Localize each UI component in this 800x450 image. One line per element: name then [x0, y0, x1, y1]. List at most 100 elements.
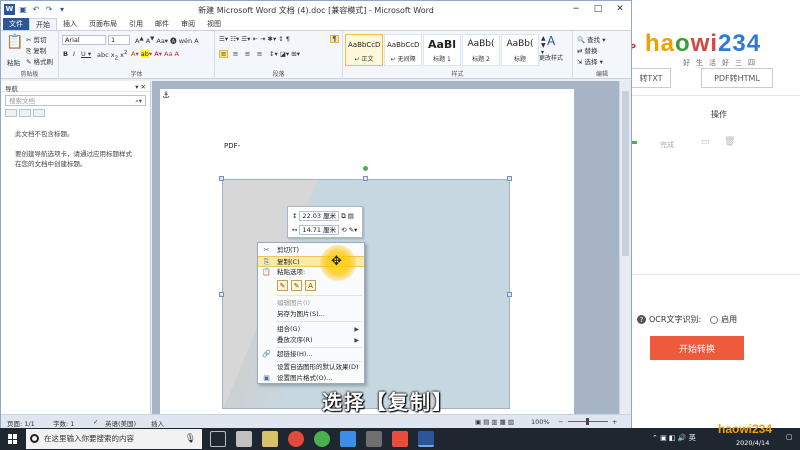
document-text[interactable]: PDF- — [224, 142, 240, 150]
help-icon[interactable]: ? — [637, 315, 646, 324]
menu-item-hyperlink[interactable]: 🔗 超链接(H)... — [258, 349, 364, 360]
tab-references[interactable]: 引用 — [123, 18, 149, 30]
tab-results-view[interactable] — [33, 109, 45, 117]
menu-item-format-picture[interactable]: ▣ 设置图片格式(O)... — [258, 373, 364, 384]
tab-mailings[interactable]: 邮件 — [149, 18, 175, 30]
convert-txt-button[interactable]: 转TXT — [631, 68, 671, 88]
taskbar-app-chrome-icon[interactable] — [314, 431, 330, 447]
style-title[interactable]: AaBb( 标题 — [501, 34, 539, 66]
search-icon[interactable]: ⌕▾ — [135, 96, 142, 106]
font-size-box[interactable]: 1 — [108, 35, 130, 45]
menu-item-group[interactable]: 组合(G) ▶ — [258, 324, 364, 335]
grow-font-icon[interactable]: A▲ A▼ Aa▾ 🅐 wén A — [135, 35, 199, 45]
tab-page-layout[interactable]: 页面布局 — [83, 18, 123, 30]
crop-icon[interactable]: ⧉ — [341, 212, 346, 221]
convert-html-button[interactable]: PDF转HTML — [701, 68, 773, 88]
menu-item-set-default-effect[interactable]: 设置自选图形的默认效果(D) — [258, 362, 364, 373]
zoom-out-icon[interactable]: − — [558, 418, 563, 426]
italic-icon[interactable]: I — [73, 50, 75, 58]
justify-icon[interactable]: ≡ — [255, 50, 264, 58]
resize-handle-left[interactable] — [219, 292, 224, 297]
paste-text-only-icon[interactable]: A — [305, 280, 316, 291]
rotate-icon[interactable]: ⟲ — [341, 226, 346, 234]
text-effects-icon[interactable]: A▾ ab▾ A▾ Aa A — [131, 50, 179, 58]
language-status[interactable]: 英语(美国) — [105, 418, 136, 428]
ocr-enable-radio[interactable] — [710, 315, 719, 324]
find-button[interactable]: 🔍 查找 ▾ — [577, 34, 606, 44]
taskbar-app-explorer-icon[interactable] — [236, 431, 252, 447]
page-count[interactable]: 页面: 1/1 — [7, 418, 35, 428]
taskbar-app-edge-icon[interactable] — [340, 431, 356, 447]
view-buttons-icon[interactable]: ▣ ▤ ▥ ▦ ▧ — [475, 418, 514, 426]
scrollbar-thumb[interactable] — [622, 91, 629, 256]
minimize-button[interactable]: − — [565, 1, 587, 18]
tab-insert[interactable]: 插入 — [57, 18, 83, 30]
resize-handle-tl[interactable] — [219, 176, 224, 181]
insert-mode[interactable]: 插入 — [151, 418, 164, 428]
style-heading-1[interactable]: AaBl 标题 1 — [423, 34, 461, 66]
paste-icon[interactable]: 📋 — [6, 34, 23, 50]
resize-handle-right[interactable] — [507, 292, 512, 297]
underline-icon[interactable]: U ▾ — [81, 50, 91, 58]
strikethrough-icon[interactable]: abc x2 x2 — [97, 50, 127, 61]
cut-button[interactable]: ✂ 剪切 — [26, 34, 47, 44]
document-area[interactable]: ⚓ PDF- — [152, 81, 619, 414]
save-icon[interactable]: ▣ — [18, 5, 28, 15]
close-button[interactable]: ✕ — [609, 1, 631, 18]
paste-button[interactable]: 粘贴 — [7, 57, 20, 67]
proofing-icon[interactable]: ✓ — [93, 418, 98, 426]
resize-handle-top[interactable] — [363, 176, 368, 181]
customize-chevron-icon[interactable]: ▾ — [57, 5, 67, 15]
taskbar-app-red-icon[interactable] — [392, 431, 408, 447]
picture-height-field[interactable]: 22.03 厘米 — [299, 211, 340, 221]
bold-icon[interactable]: B — [63, 50, 68, 58]
word-count[interactable]: 字数: 1 — [53, 418, 74, 428]
taskbar-app-folder-icon[interactable] — [262, 431, 278, 447]
change-styles-button[interactable]: 更改样式 — [539, 53, 563, 62]
change-styles-icon[interactable]: A — [547, 34, 555, 48]
start-convert-button[interactable]: 开始转换 — [650, 336, 744, 360]
paste-keep-source-icon[interactable]: ✎ — [277, 280, 288, 291]
align-left-icon[interactable]: ≡ — [219, 50, 228, 58]
paste-merge-format-icon[interactable]: ✎ — [291, 280, 302, 291]
taskbar-app-store-icon[interactable] — [366, 431, 382, 447]
vertical-scrollbar[interactable] — [619, 81, 631, 414]
show-marks-icon[interactable]: ¶ — [330, 35, 339, 43]
zoom-in-icon[interactable]: + — [612, 418, 617, 426]
menu-item-save-as-picture[interactable]: 另存为图片(S)... — [258, 309, 364, 320]
zoom-slider-knob[interactable] — [586, 418, 589, 425]
copy-button[interactable]: ⎘ 复制 — [26, 45, 46, 56]
zoom-level[interactable]: 100% — [531, 418, 550, 426]
folder-icon[interactable]: ▭ — [701, 137, 711, 147]
tab-file[interactable]: 文件 — [3, 18, 29, 30]
microphone-icon[interactable]: 🎙 — [185, 429, 196, 449]
task-view-icon[interactable] — [210, 431, 226, 447]
maximize-button[interactable]: □ — [587, 1, 609, 18]
align-center-icon[interactable]: ≡ — [231, 50, 240, 58]
style-no-spacing[interactable]: AaBbCcDd ↵ 无间隔 — [384, 34, 422, 66]
close-pane-icon[interactable]: ▾ ✕ — [135, 83, 146, 91]
style-heading-2[interactable]: AaBb( 标题 2 — [462, 34, 500, 66]
document-page[interactable]: ⚓ PDF- — [160, 89, 574, 414]
style-normal[interactable]: AaBbCcDd ↵ 正文 — [345, 34, 383, 66]
wrap-icon[interactable]: ▤ — [348, 212, 354, 220]
line-spacing-icon[interactable]: ↕▾ ◪▾ ⊞▾ — [269, 50, 300, 58]
select-button[interactable]: ⇲ 选择 ▾ — [577, 56, 603, 66]
resize-handle-tr[interactable] — [507, 176, 512, 181]
windows-start-icon[interactable] — [8, 434, 18, 444]
replace-button[interactable]: ⇄ 替换 — [577, 45, 598, 55]
tab-headings-view[interactable] — [5, 109, 17, 117]
font-name-box[interactable]: Arial — [62, 35, 106, 45]
rotate-handle[interactable] — [363, 166, 368, 171]
menu-item-order[interactable]: 叠放次序(R) ▶ — [258, 335, 364, 346]
taskbar-app-word-icon[interactable] — [418, 431, 434, 447]
document-search-input[interactable]: 搜索文档 ⌕▾ — [5, 95, 146, 106]
format-painter-button[interactable]: ✎ 格式刷 — [26, 56, 53, 66]
tab-view[interactable]: 视图 — [201, 18, 227, 30]
trash-icon[interactable]: 🗑 — [724, 137, 735, 147]
tray-icons[interactable]: ⌃ ▣ ◧ 🔊 英 — [652, 433, 696, 443]
taskbar-app-media-icon[interactable] — [288, 431, 304, 447]
undo-icon[interactable]: ↶ — [31, 5, 41, 15]
shape-outline-icon[interactable]: ✎▾ — [349, 226, 358, 234]
picture-width-field[interactable]: 14.71 厘米 — [299, 225, 340, 235]
